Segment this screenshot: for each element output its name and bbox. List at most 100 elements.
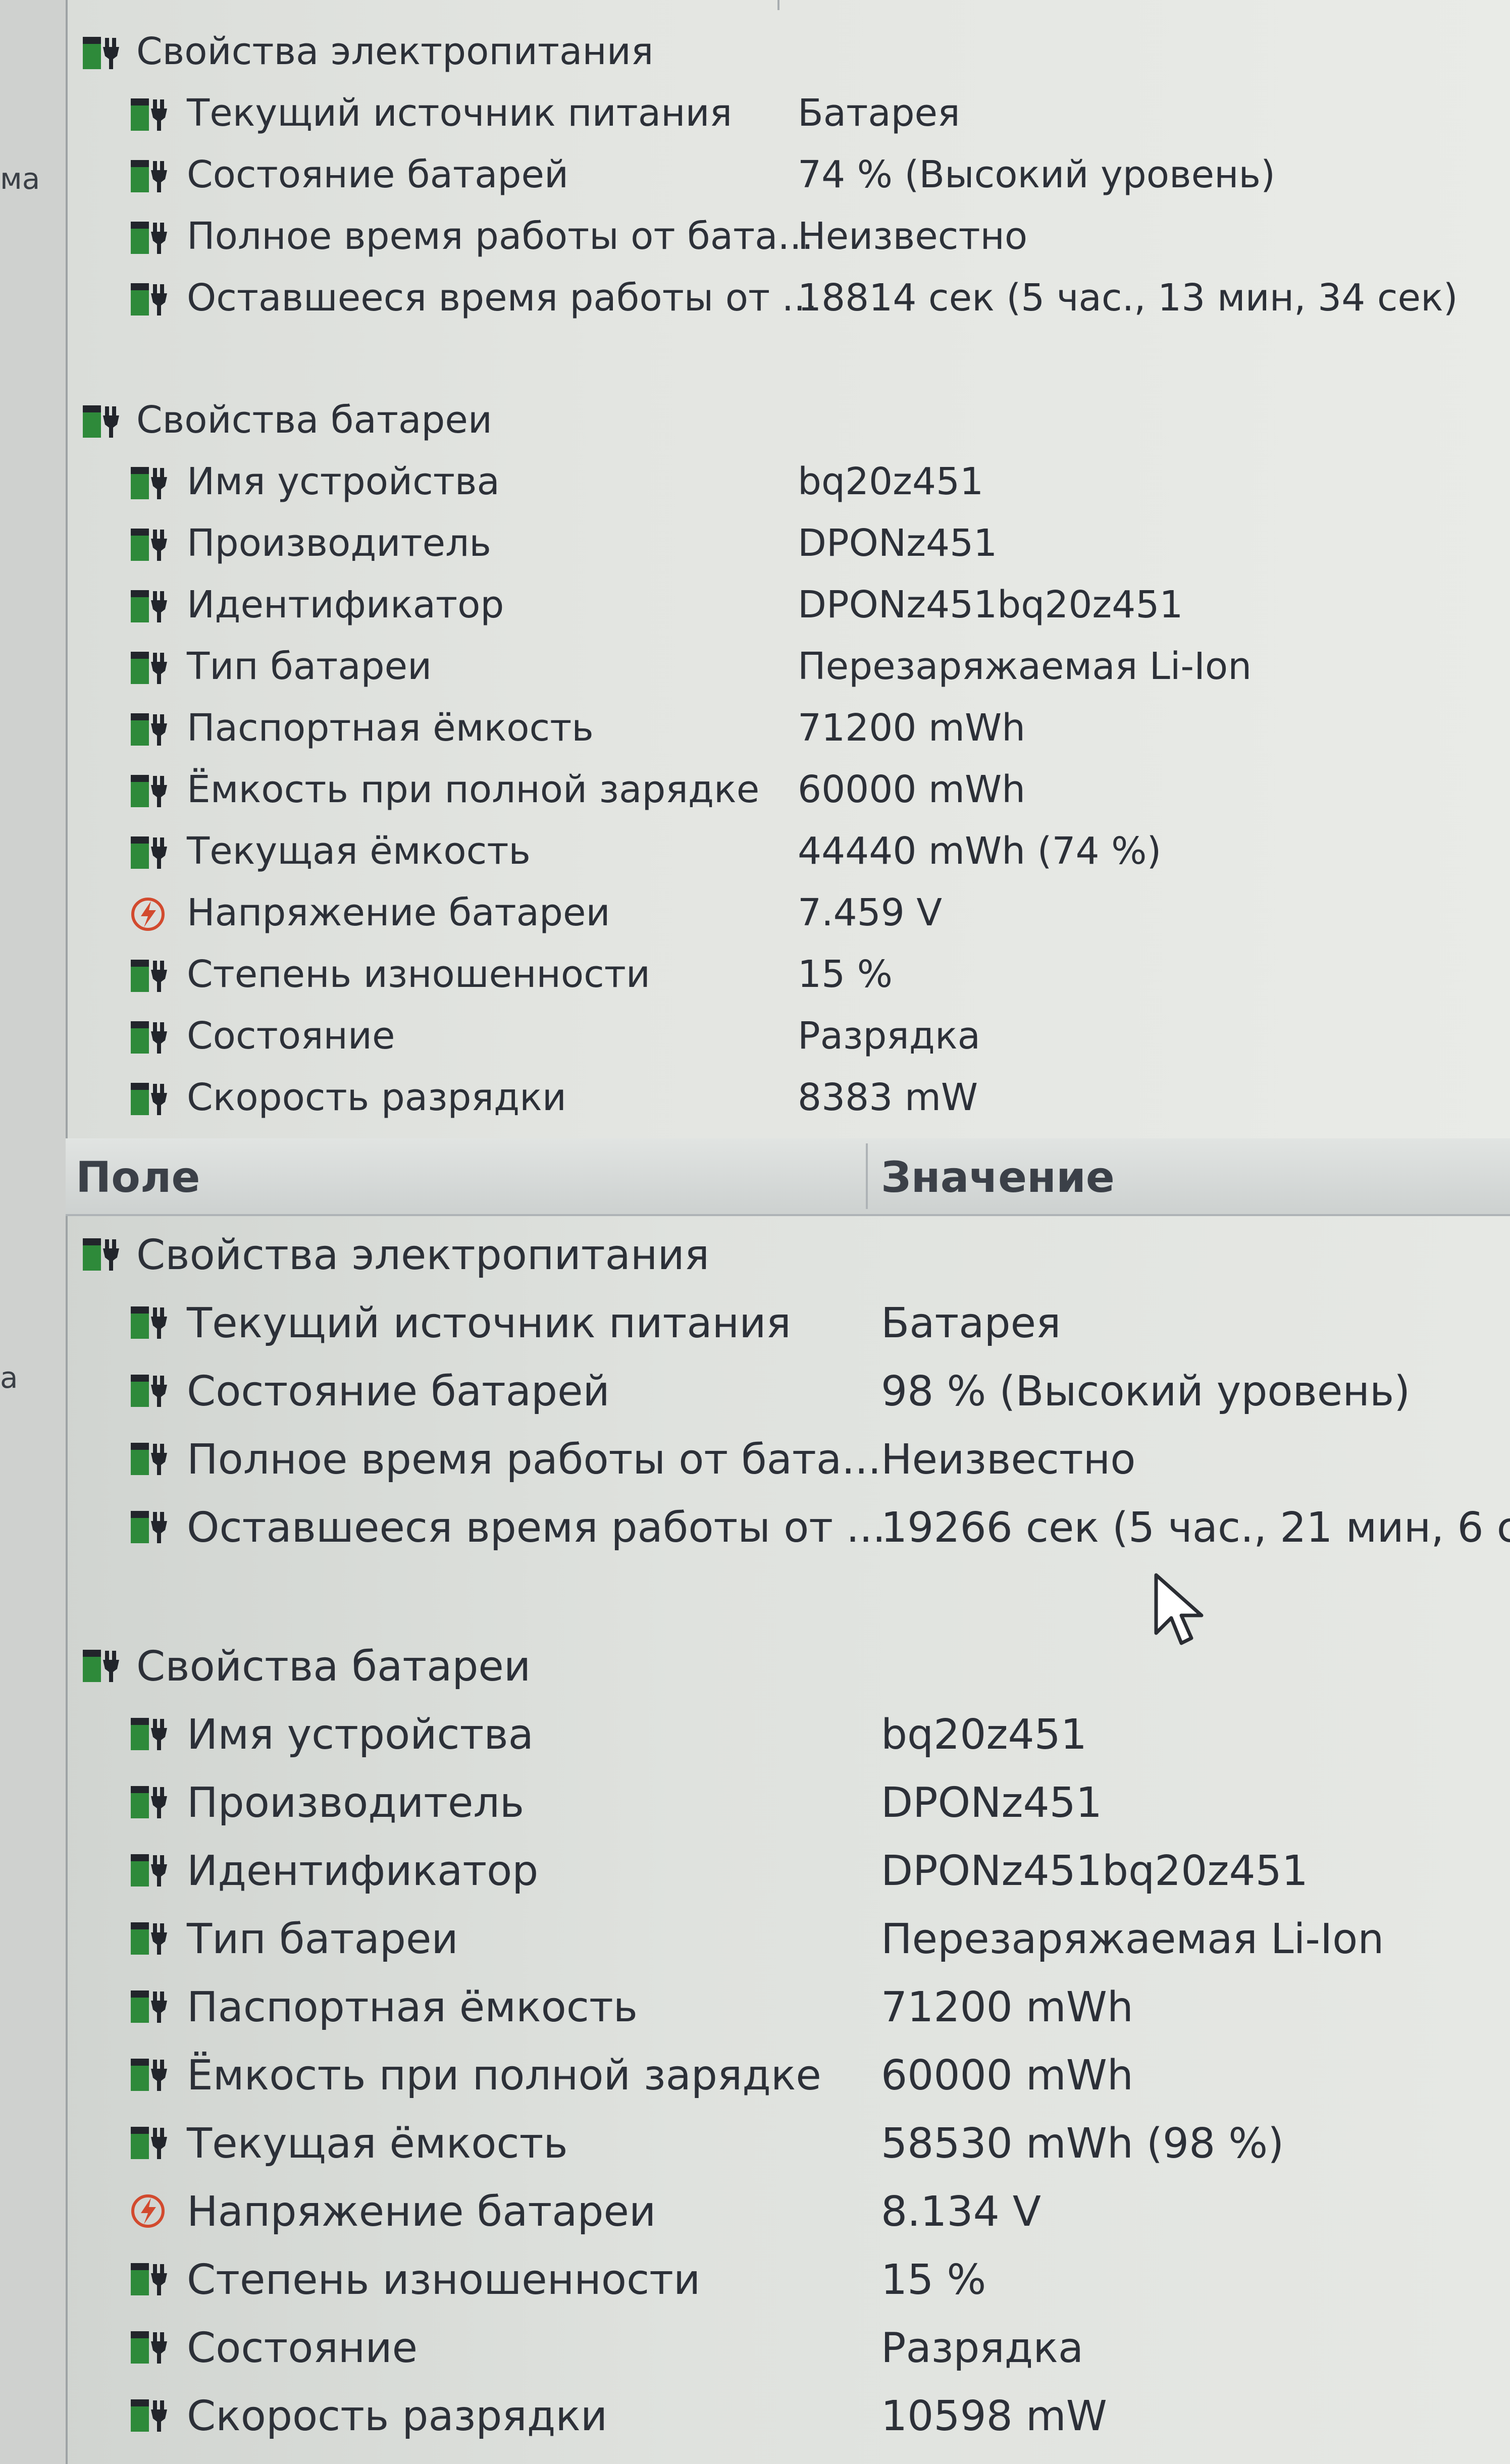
property-row[interactable]: Полное время работы от бата... Неизвестно [0, 207, 1510, 268]
field-value: DPONz451bq20z451 [881, 1847, 1309, 1895]
property-row[interactable]: Оставшееся время работы от ... 19266 сек … [0, 1497, 1510, 1557]
property-row[interactable]: Состояние Разрядка [0, 2317, 1510, 2378]
property-row[interactable]: Степень изношенности 15 % [0, 2249, 1510, 2310]
field-value: 71200 mWh [798, 706, 1026, 750]
field-label: Оставшееся время работы от ... [187, 1504, 886, 1552]
property-row[interactable]: Имя устройства bq20z451 [0, 453, 1510, 513]
field-value: 58530 mWh (98 %) [881, 2120, 1284, 2168]
field-label: Текущий источник питания [187, 91, 733, 135]
section-battery-properties[interactable]: Свойства батареи [0, 391, 1510, 452]
property-row[interactable]: Производитель DPONz451 [0, 1772, 1510, 1832]
field-value: Батарея [798, 91, 960, 135]
property-row[interactable]: Идентификатор DPONz451bq20z451 [0, 576, 1510, 637]
field-value: Перезаряжаемая Li-Ion [881, 1915, 1384, 1963]
property-row[interactable]: Тип батареи Перезаряжаемая Li-Ion [0, 638, 1510, 698]
field-value: DPONz451 [798, 521, 998, 565]
field-value: 15 % [798, 953, 893, 996]
property-row[interactable]: Напряжение батареи 7.459 V [0, 884, 1510, 945]
field-label: Напряжение батареи [187, 891, 610, 934]
battery-plug-icon [83, 1238, 119, 1271]
field-value: bq20z451 [881, 1711, 1087, 1759]
field-label: Скорость разрядки [187, 2392, 608, 2440]
property-row[interactable]: Паспортная ёмкость 71200 mWh [0, 699, 1510, 760]
property-row[interactable]: Текущий источник питания Батарея [0, 1292, 1510, 1353]
property-row[interactable]: Состояние батарей 98 % (Высокий уровень) [0, 1360, 1510, 1421]
field-value: Разрядка [798, 1014, 981, 1058]
property-row[interactable]: Идентификатор DPONz451bq20z451 [0, 1840, 1510, 1901]
field-value: DPONz451bq20z451 [798, 583, 1183, 626]
header-separator[interactable] [866, 1143, 868, 1209]
battery-plug-icon [131, 2399, 167, 2432]
mouse-pointer-icon [1154, 1573, 1204, 1645]
property-row[interactable]: Паспортная ёмкость 71200 mWh [0, 1976, 1510, 2037]
section-power-properties[interactable]: Свойства электропитания [0, 23, 1510, 83]
property-row[interactable]: Степень изношенности 15 % [0, 946, 1510, 1006]
field-label: Скорость разрядки [187, 1076, 566, 1119]
field-value: 8383 mW [798, 1076, 978, 1119]
battery-plug-icon [131, 836, 167, 869]
field-label: Полное время работы от бата... [187, 1436, 881, 1484]
property-row[interactable]: Текущая ёмкость 44440 mWh (74 %) [0, 822, 1510, 883]
field-value: 60000 mWh [798, 768, 1026, 811]
battery-plug-icon [131, 775, 167, 807]
field-label: Состояние [187, 2324, 418, 2372]
property-row[interactable]: Скорость разрядки 10598 mW [0, 2385, 1510, 2446]
field-label: Напряжение батареи [187, 2188, 656, 2236]
field-label: Идентификатор [187, 583, 504, 626]
field-value: 60000 mWh [881, 2052, 1133, 2100]
property-row[interactable]: Производитель DPONz451 [0, 514, 1510, 575]
property-row[interactable]: Напряжение батареи 8.134 V [0, 2181, 1510, 2241]
field-label: Ёмкость при полной зарядке [187, 768, 760, 811]
property-row[interactable]: Полное время работы от бата... Неизвестно [0, 1429, 1510, 1489]
battery-plug-icon [131, 222, 167, 254]
section-battery-properties[interactable]: Свойства батареи [0, 1636, 1510, 1696]
battery-plug-icon [131, 1922, 167, 1955]
field-label: Имя устройства [187, 460, 500, 503]
column-separator[interactable] [777, 0, 779, 10]
field-label: Полное время работы от бата... [187, 215, 814, 258]
field-value: 7.459 V [798, 891, 942, 934]
battery-plug-icon [131, 713, 167, 746]
field-label: Идентификатор [187, 1847, 539, 1895]
header-field[interactable]: Поле [76, 1152, 200, 1202]
battery-plug-icon [83, 1650, 119, 1682]
property-row[interactable]: Тип батареи Перезаряжаемая Li-Ion [0, 1908, 1510, 1969]
field-value: DPONz451 [881, 1779, 1103, 1827]
battery-plug-icon [131, 529, 167, 561]
field-value: Неизвестно [798, 215, 1028, 258]
battery-plug-icon [131, 1718, 167, 1750]
field-label: Производитель [187, 1779, 525, 1827]
field-label: Степень изношенности [187, 2256, 701, 2304]
bottom-properties-panel: а Поле Значение Свойства электропитания Т… [0, 1138, 1510, 2464]
property-row[interactable]: Текущий источник питания Батарея [0, 84, 1510, 145]
property-row[interactable]: Ёмкость при полной зарядке 60000 mWh [0, 761, 1510, 821]
field-label: Паспортная ёмкость [187, 1983, 638, 2031]
battery-plug-icon [131, 652, 167, 684]
top-properties-panel: ма Свойства электропитания Текущий источн… [0, 0, 1510, 1138]
section-power-properties[interactable]: Свойства электропитания [0, 1224, 1510, 1285]
battery-plug-icon [131, 1021, 167, 1054]
battery-plug-icon [131, 1443, 167, 1475]
property-row[interactable]: Скорость разрядки 8383 mW [0, 1069, 1510, 1129]
property-row[interactable]: Оставшееся время работы от ... 18814 сек … [0, 269, 1510, 330]
property-row[interactable]: Имя устройства bq20z451 [0, 1704, 1510, 1764]
property-row[interactable]: Ёмкость при полной зарядке 60000 mWh [0, 2044, 1510, 2105]
field-label: Тип батареи [187, 645, 432, 688]
battery-plug-icon [131, 283, 167, 316]
header-value[interactable]: Значение [881, 1152, 1115, 1202]
property-row[interactable]: Состояние батарей 74 % (Высокий уровень) [0, 146, 1510, 206]
field-label: Ёмкость при полной зарядке [187, 2052, 821, 2100]
battery-plug-icon [131, 1306, 167, 1339]
battery-plug-icon [131, 2263, 167, 2295]
field-label: Имя устройства [187, 1711, 534, 1759]
field-value: Батарея [881, 1299, 1061, 1347]
field-label: Оставшееся время работы от ... [187, 276, 818, 320]
battery-plug-icon [83, 405, 119, 438]
field-label: Текущая ёмкость [187, 2120, 568, 2168]
battery-plug-icon [131, 1854, 167, 1886]
property-row[interactable]: Текущая ёмкость 58530 mWh (98 %) [0, 2113, 1510, 2173]
battery-plug-icon [131, 467, 167, 499]
property-row[interactable]: Состояние Разрядка [0, 1007, 1510, 1068]
field-value: Неизвестно [881, 1436, 1136, 1484]
field-value: 18814 сек (5 час., 13 мин, 34 сек) [798, 276, 1458, 320]
